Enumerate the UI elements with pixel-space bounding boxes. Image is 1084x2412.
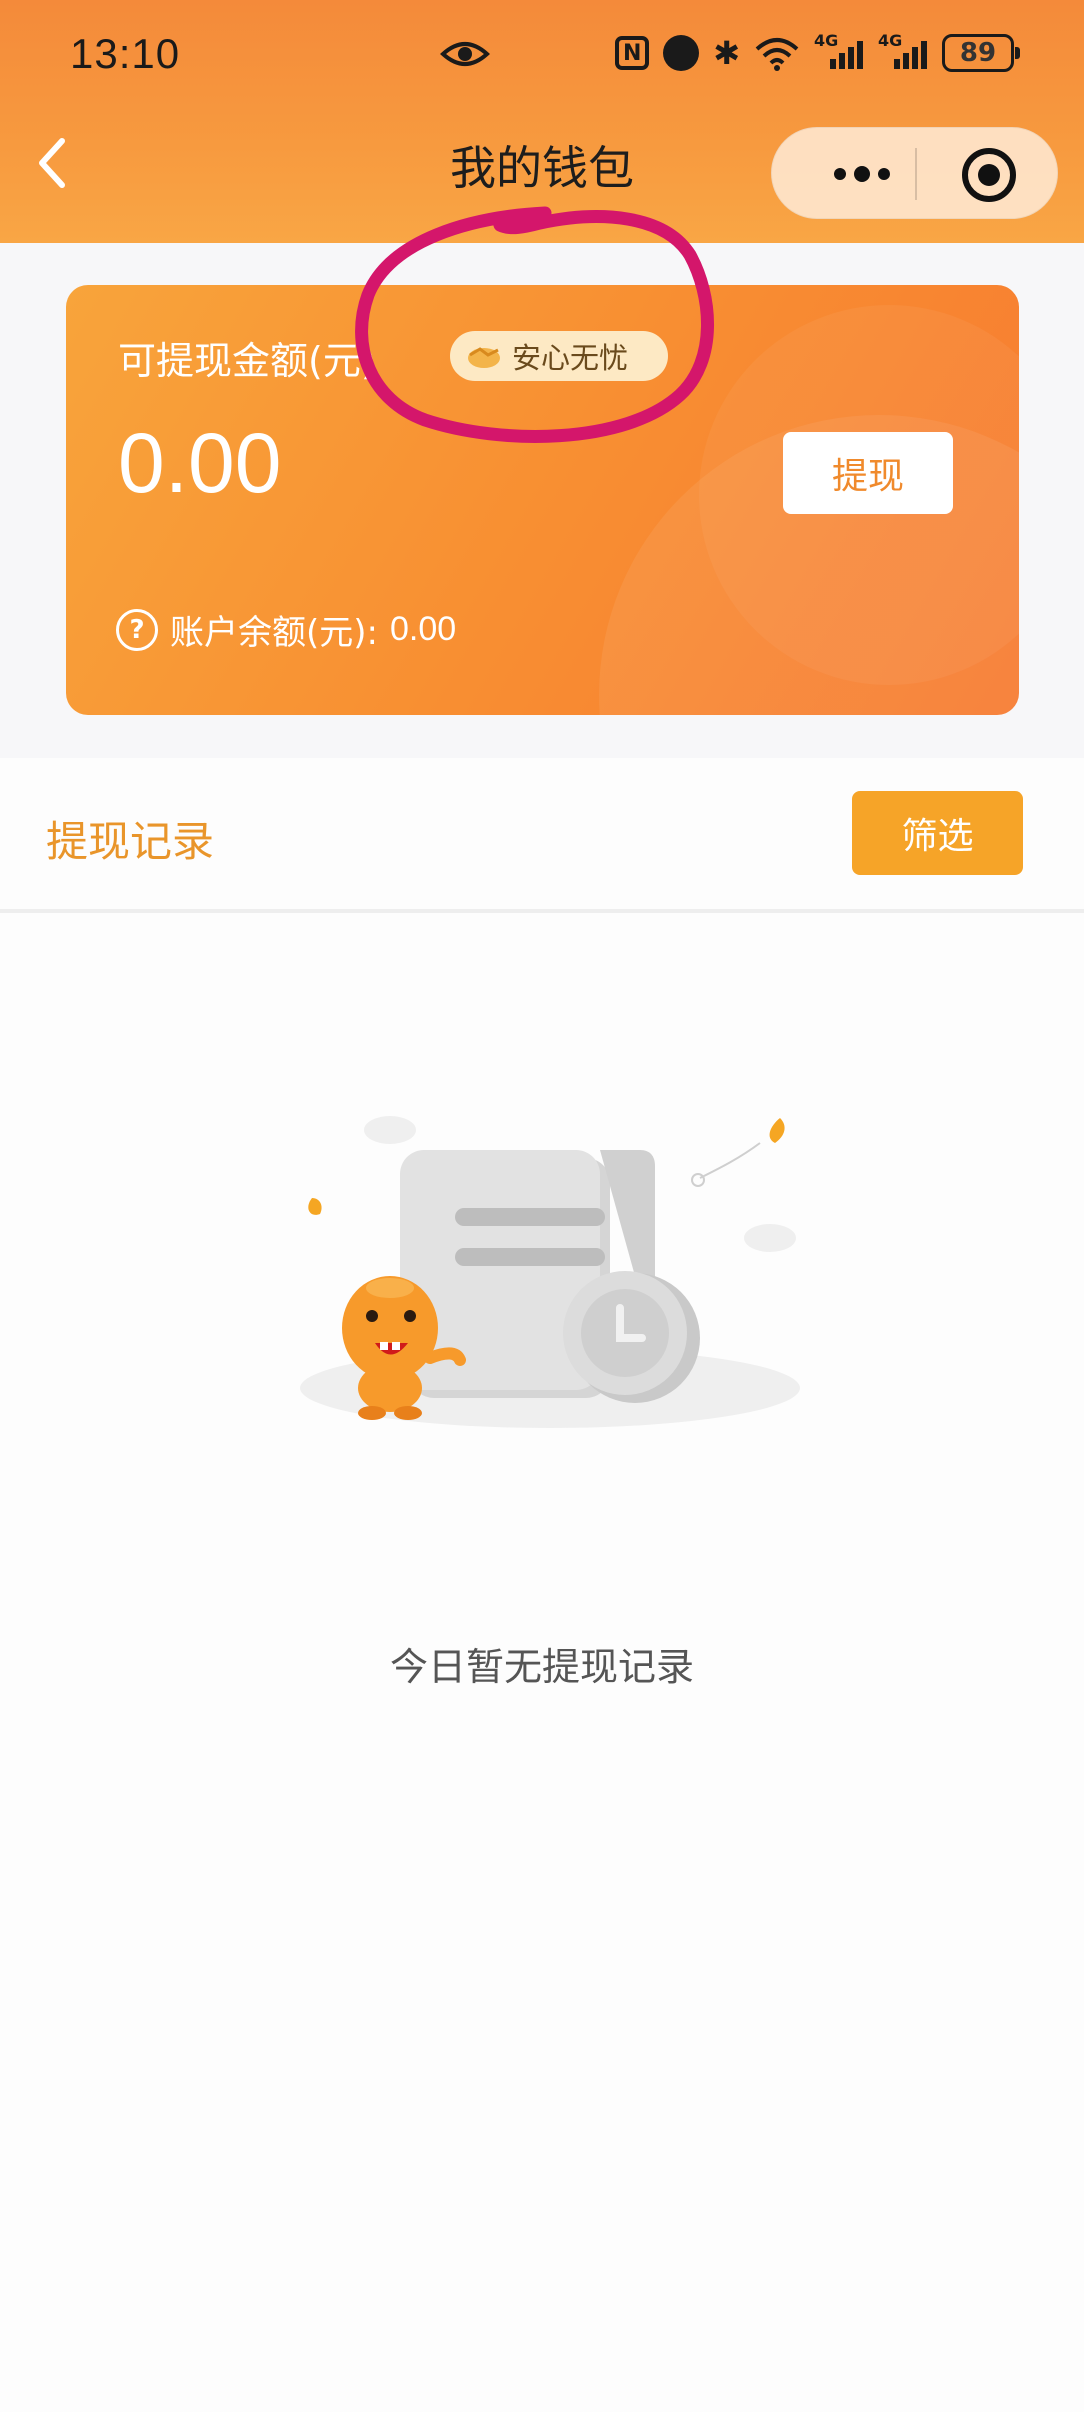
nfc-icon: N bbox=[615, 36, 650, 70]
assurance-badge: 安心无忧 bbox=[450, 331, 668, 381]
status-icons: N ✱ 4G 4G 89 bbox=[615, 28, 1020, 78]
alarm-icon bbox=[663, 35, 700, 71]
more-dot-icon bbox=[834, 168, 846, 180]
miniprogram-capsule bbox=[771, 127, 1058, 219]
filter-button[interactable]: 筛选 bbox=[852, 791, 1023, 875]
handshake-icon bbox=[468, 347, 500, 368]
signal-icon-sim2: 4G bbox=[878, 31, 928, 71]
withdrawable-label: 可提现金额(元) bbox=[118, 339, 376, 383]
battery-indicator: 89 bbox=[942, 34, 1020, 72]
wallet-card: 可提现金额(元) 安心无忧 0.00 提现 ? 账户余额(元): 0.00 bbox=[66, 285, 1019, 715]
status-time: 13:10 bbox=[70, 30, 181, 77]
more-options-button[interactable] bbox=[812, 128, 912, 220]
balance-row: ? 账户余额(元): 0.00 bbox=[116, 605, 456, 654]
badge-label: 安心无忧 bbox=[512, 341, 629, 375]
help-icon[interactable]: ? bbox=[116, 608, 158, 651]
signal-icon-sim1: 4G bbox=[814, 31, 864, 71]
more-dot-icon bbox=[854, 166, 870, 182]
balance-value: 0.00 bbox=[389, 610, 457, 648]
status-bar: 13:10 N ✱ 4G 4G 89 bbox=[0, 0, 1084, 110]
bluetooth-icon: ✱ bbox=[713, 34, 740, 72]
records-header: 提现记录 筛选 bbox=[0, 758, 1084, 913]
wifi-icon bbox=[755, 38, 799, 71]
balance-label: 账户余额(元): bbox=[170, 613, 378, 653]
header: 13:10 N ✱ 4G 4G 89 我的钱包 bbox=[0, 0, 1084, 243]
empty-state-text: 今日暂无提现记录 bbox=[389, 1645, 694, 1689]
close-miniprogram-icon[interactable] bbox=[962, 148, 1016, 202]
eye-icon bbox=[440, 42, 490, 66]
capsule-divider bbox=[915, 148, 917, 200]
withdraw-button[interactable]: 提现 bbox=[783, 432, 953, 514]
records-panel: 提现记录 筛选 今日暂无提现记录 bbox=[0, 758, 1084, 2412]
empty-state-illustration bbox=[300, 1116, 800, 1428]
more-dot-icon bbox=[878, 168, 890, 180]
records-title: 提现记录 bbox=[46, 817, 215, 866]
withdrawable-amount: 0.00 bbox=[118, 416, 282, 510]
